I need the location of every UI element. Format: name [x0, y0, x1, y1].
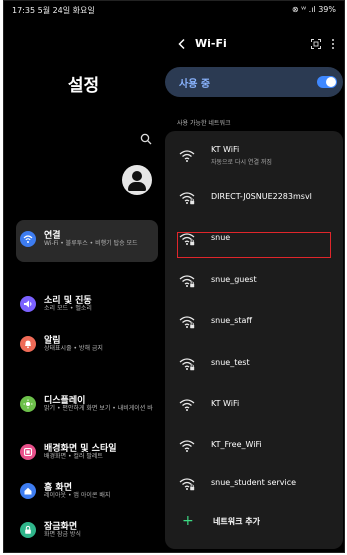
speaker-icon — [20, 296, 36, 312]
network-status: 자동으로 다시 연결 꺼짐 — [211, 159, 272, 166]
network-row[interactable]: snue_guest — [165, 262, 343, 302]
menu-subtitle: 소리 모드 • 벨소리 — [44, 305, 92, 312]
phone-screen: 17:35 5월 24일 화요일 ⊗ ᵂ .ıl 39% 설정 연결 Wi-Fi… — [3, 0, 345, 553]
network-row[interactable]: KT WiFi — [165, 386, 343, 426]
wifi-secured-icon — [179, 192, 195, 205]
wifi-toggle-card[interactable]: 사용 중 — [165, 67, 343, 97]
wifi-icon — [179, 150, 195, 162]
wifi-secured-icon — [179, 316, 195, 329]
menu-item-wallpaper[interactable]: 배경화면 및 스타일 배경화면 • 컬러 팔레트 — [16, 433, 158, 475]
palette-icon — [20, 444, 36, 460]
network-name: snue_staff — [211, 316, 252, 325]
page-title: 설정 — [67, 76, 100, 96]
wifi-title: Wi-Fi — [195, 37, 227, 50]
wifi-pane: Wi-Fi 사용 중 사용 가능한 네트워크 KT WiFi 자동으로 다시 연결… — [163, 19, 345, 554]
network-row[interactable]: snue_student service — [165, 465, 343, 505]
wifi-icon — [20, 231, 36, 247]
available-networks-label: 사용 가능한 네트워크 — [177, 120, 231, 127]
network-name: snue_test — [211, 358, 250, 367]
network-name: KT WiFi — [211, 399, 240, 408]
network-row[interactable]: snue_test — [165, 345, 343, 385]
wifi-secured-icon — [179, 478, 195, 491]
wifi-icon — [179, 440, 195, 452]
menu-item-notifications[interactable]: 알림 상태표시줄 • 방해 금지 — [16, 325, 158, 367]
search-icon[interactable] — [140, 133, 152, 145]
menu-subtitle: 배경화면 • 컬러 팔레트 — [44, 453, 103, 460]
wifi-secured-icon — [179, 358, 195, 371]
menu-item-home-screen[interactable]: 홈 화면 레이아웃 • 앱 아이콘 배지 — [16, 472, 158, 514]
status-time-date: 17:35 5월 24일 화요일 — [12, 6, 95, 15]
menu-item-sound[interactable]: 소리 및 진동 소리 모드 • 벨소리 — [16, 285, 158, 327]
wifi-toggle-switch[interactable] — [317, 76, 337, 88]
network-name: DIRECT-J0SNUE2283msvl — [211, 192, 312, 201]
menu-item-lock-screen[interactable]: 잠금화면 화면 잠금 방식 — [16, 511, 158, 553]
qr-scan-icon[interactable] — [311, 39, 321, 49]
profile-avatar-icon[interactable] — [122, 165, 152, 195]
network-row[interactable]: snue_staff — [165, 303, 343, 343]
network-row[interactable]: DIRECT-J0SNUE2283msvl — [165, 179, 343, 219]
network-row[interactable]: KT WiFi 자동으로 다시 연결 꺼짐 — [165, 137, 343, 177]
menu-item-connections[interactable]: 연결 Wi-Fi • 블루투스 • 비행기 탑승 모드 — [16, 220, 158, 262]
network-list: KT WiFi 자동으로 다시 연결 꺼짐 DIRECT-J0SNUE2283msv… — [165, 131, 343, 549]
menu-subtitle: 상태표시줄 • 방해 금지 — [44, 345, 103, 352]
home-icon — [20, 483, 36, 499]
highlight-box — [177, 232, 331, 258]
add-network-label: 네트워크 추가 — [213, 517, 260, 526]
wifi-icon — [179, 399, 195, 411]
menu-subtitle: 레이아웃 • 앱 아이콘 배지 — [44, 492, 111, 499]
network-name: KT_Free_WiFi — [211, 440, 262, 449]
menu-subtitle: Wi-Fi • 블루투스 • 비행기 탑승 모드 — [44, 240, 138, 247]
menu-subtitle: 화면 잠금 방식 — [44, 531, 81, 538]
wifi-toggle-label: 사용 중 — [179, 79, 211, 90]
lock-icon — [20, 522, 36, 538]
network-name: snue_student service — [211, 478, 297, 487]
status-bar: 17:35 5월 24일 화요일 ⊗ ᵂ .ıl 39% — [4, 1, 344, 19]
network-name: snue_guest — [211, 275, 257, 284]
bell-icon — [20, 336, 36, 352]
status-indicators: ⊗ ᵂ .ıl 39% — [291, 5, 336, 14]
wifi-secured-icon — [179, 275, 195, 288]
settings-pane: 설정 연결 Wi-Fi • 블루투스 • 비행기 탑승 모드 소리 및 진동 소… — [4, 19, 163, 554]
more-options-icon[interactable] — [331, 38, 335, 50]
sun-icon — [20, 396, 36, 412]
plus-icon: + — [182, 513, 194, 529]
network-row[interactable]: KT_Free_WiFi — [165, 427, 343, 467]
menu-item-display[interactable]: 디스플레이 밝기 • 편안하게 화면 보기 • 내비게이션 바 — [16, 385, 158, 427]
back-arrow-icon[interactable] — [177, 38, 187, 50]
add-network-button[interactable]: + 네트워크 추가 — [165, 503, 343, 543]
wifi-header: Wi-Fi — [163, 35, 345, 55]
network-name: KT WiFi — [211, 145, 240, 154]
menu-subtitle: 밝기 • 편안하게 화면 보기 • 내비게이션 바 — [44, 405, 153, 412]
